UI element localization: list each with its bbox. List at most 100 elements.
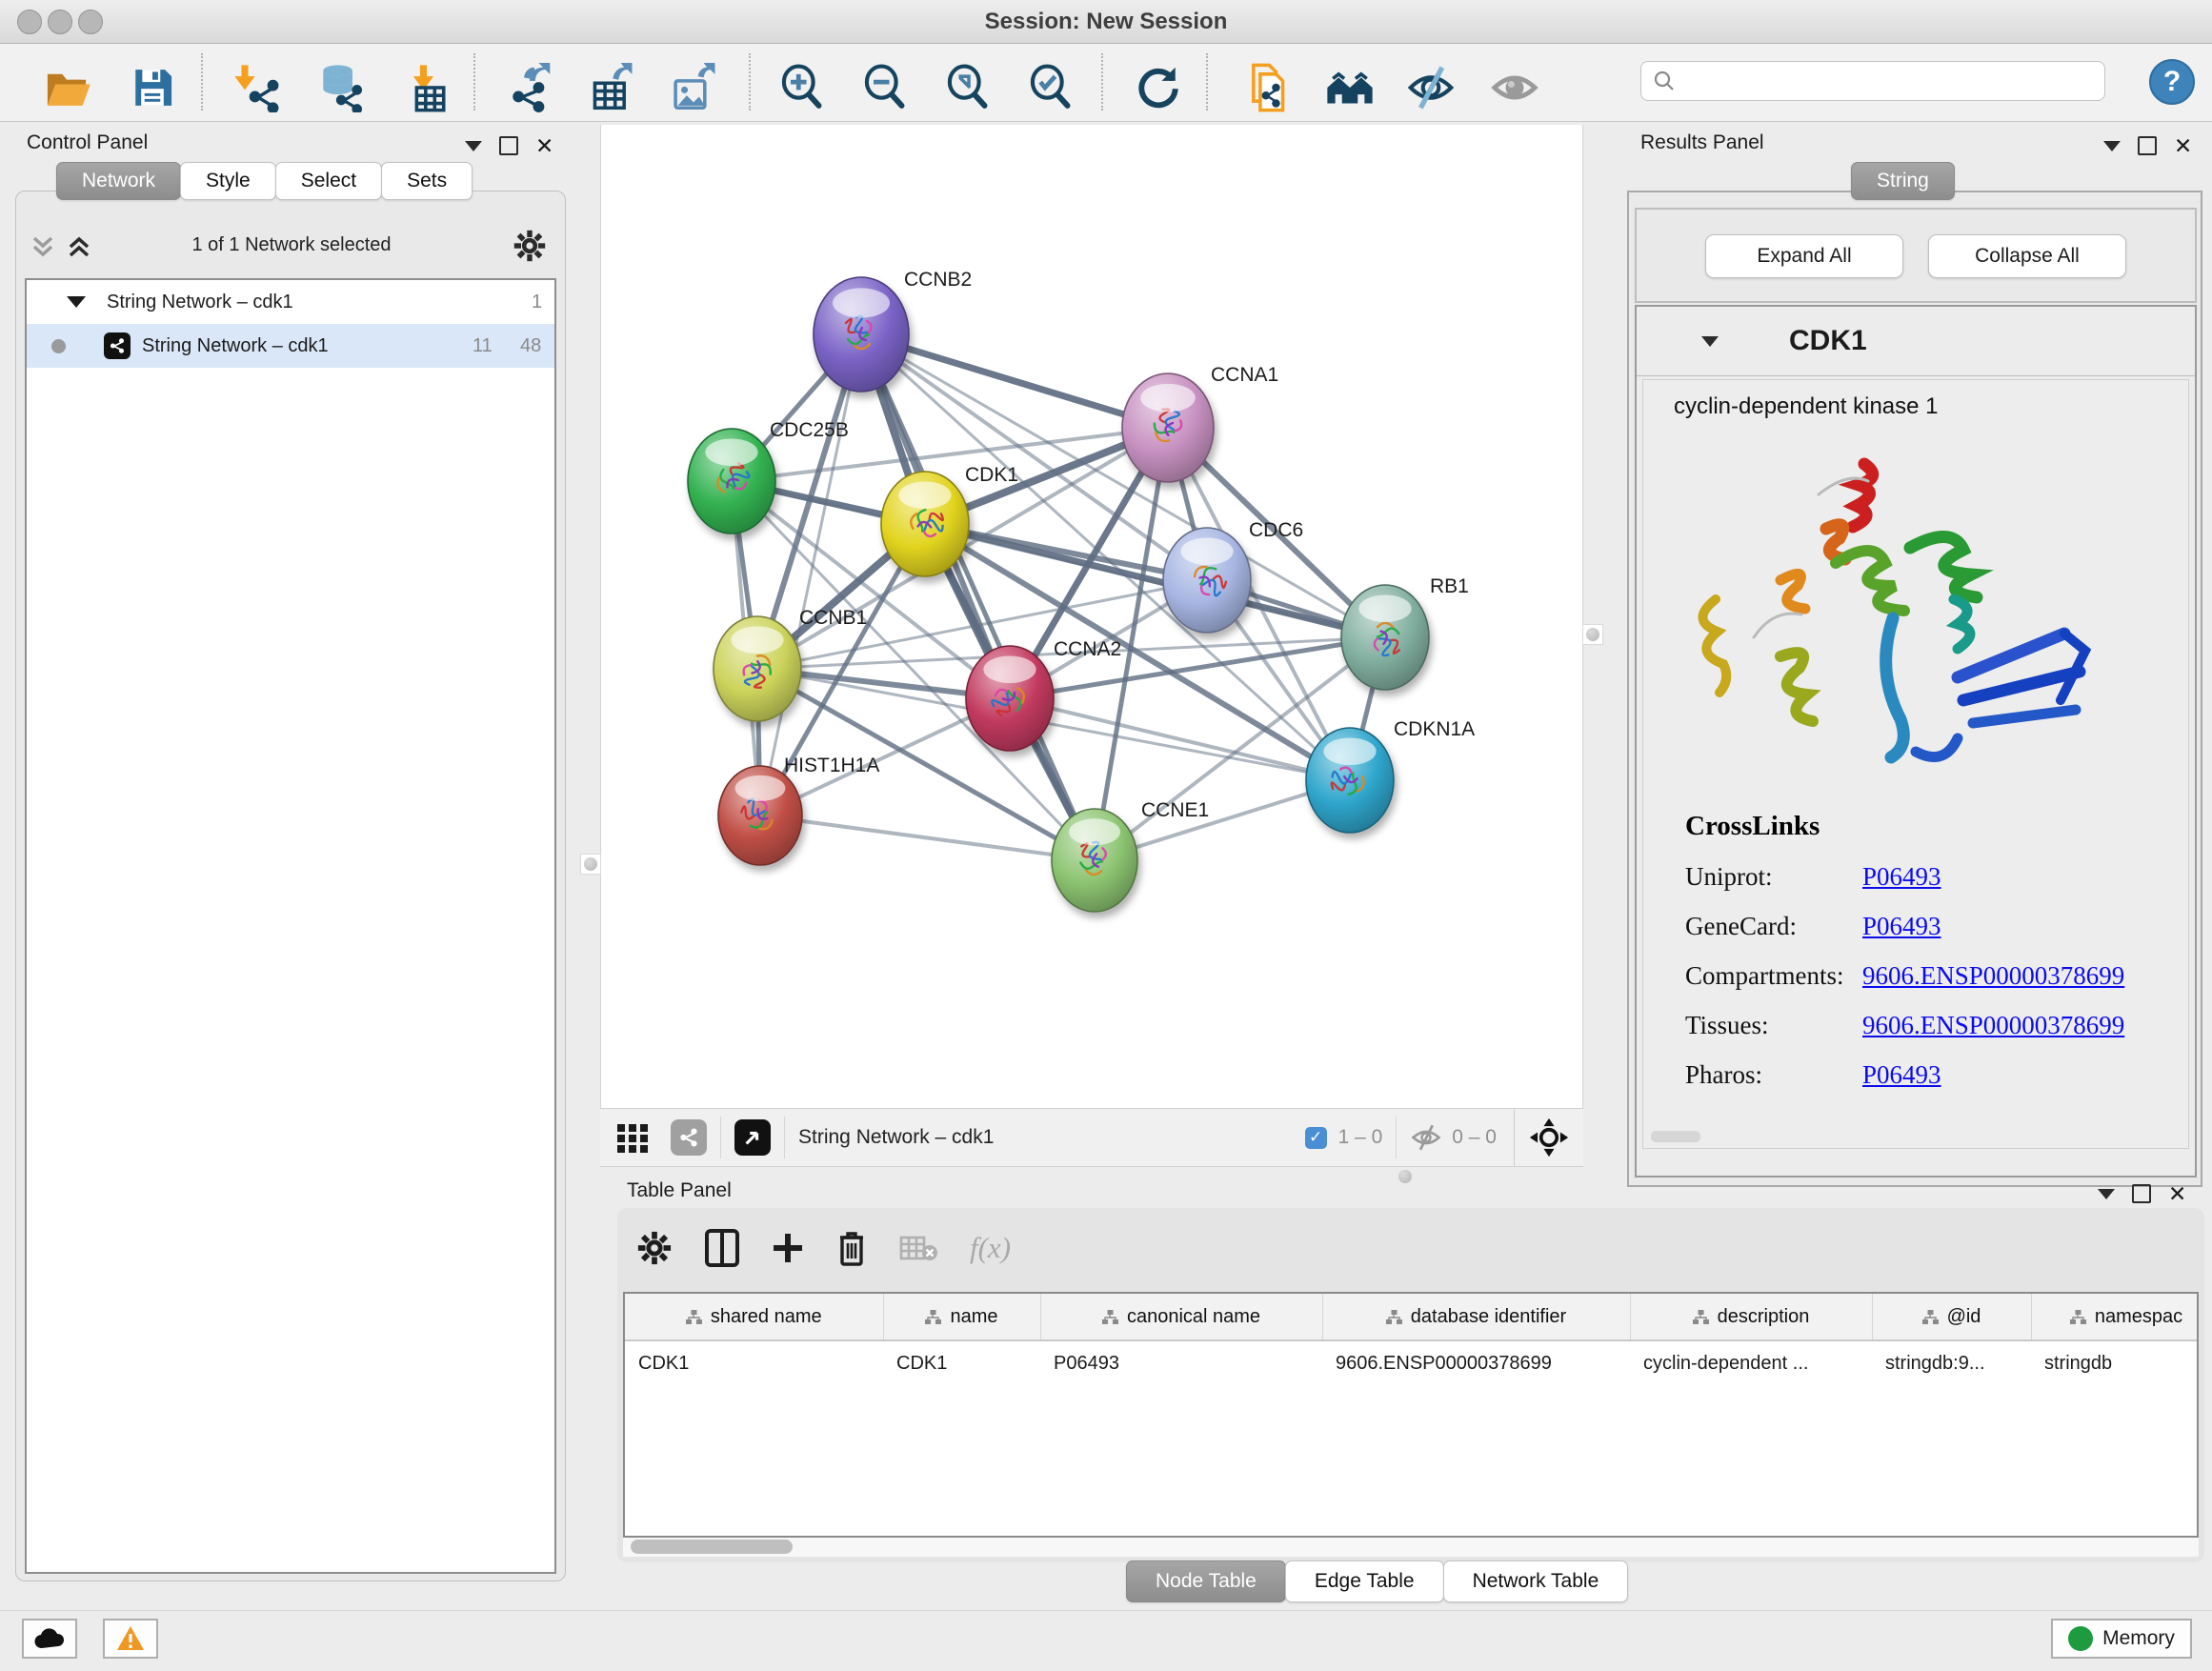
function-builder-icon[interactable]: f(x) xyxy=(970,1231,1011,1265)
collection-disclosure-icon[interactable] xyxy=(67,296,86,308)
panel-float-icon[interactable] xyxy=(2132,1184,2151,1203)
network-node-ccnb2[interactable] xyxy=(814,277,909,392)
delete-column-icon[interactable] xyxy=(836,1230,867,1266)
column-header[interactable]: database identifier xyxy=(1322,1294,1630,1340)
column-header[interactable]: @id xyxy=(1872,1294,2031,1340)
network-collection-row[interactable]: String Network – cdk1 1 xyxy=(27,280,554,324)
network-node-cdkn1a[interactable] xyxy=(1306,728,1394,833)
expand-all-button[interactable]: Expand All xyxy=(1705,234,1903,278)
zoom-out-icon[interactable] xyxy=(859,61,913,114)
panel-close-icon[interactable]: ✕ xyxy=(2168,1186,2186,1201)
network-edge[interactable] xyxy=(760,334,861,815)
column-header[interactable]: canonical name xyxy=(1040,1294,1322,1340)
zoom-selected-icon[interactable] xyxy=(1025,61,1078,114)
panel-close-icon[interactable]: ✕ xyxy=(535,138,553,153)
column-header[interactable]: name xyxy=(883,1294,1040,1340)
table-type-tabs: Node TableEdge TableNetwork Table xyxy=(1127,1560,1628,1602)
network-share-view-icon[interactable] xyxy=(671,1119,707,1156)
right-splitter-handle[interactable] xyxy=(1582,624,1603,645)
network-canvas[interactable]: CCNB2CCNA1CDC25BCDK1CDC6RB1CCNB1CCNA2CDK… xyxy=(600,125,1583,1108)
search-input[interactable] xyxy=(1683,70,2104,93)
memory-button[interactable]: Memory xyxy=(2051,1619,2192,1659)
network-edge[interactable] xyxy=(861,334,1095,860)
left-splitter-handle[interactable] xyxy=(580,854,601,875)
export-table-icon[interactable] xyxy=(584,61,637,114)
copy-network-icon[interactable] xyxy=(1240,61,1294,114)
crosslink-link[interactable]: 9606.ENSP00000378699 xyxy=(1862,961,2124,991)
search-field[interactable] xyxy=(1640,61,2105,101)
section-disclosure-icon[interactable] xyxy=(1701,336,1719,347)
panel-float-icon[interactable] xyxy=(499,136,518,155)
first-neighbors-icon[interactable] xyxy=(1323,61,1377,114)
export-image-icon[interactable] xyxy=(667,61,720,114)
crosslink-link[interactable]: 9606.ENSP00000378699 xyxy=(1862,1011,2124,1040)
crosslink-link[interactable]: P06493 xyxy=(1862,912,1941,941)
scrollbar-thumb[interactable] xyxy=(631,1540,793,1554)
network-row-selected[interactable]: String Network – cdk1 11 48 xyxy=(27,324,554,368)
show-all-eye-icon[interactable] xyxy=(1488,61,1541,114)
network-node-ccnb1[interactable] xyxy=(714,616,801,721)
results-tab-string[interactable]: String xyxy=(1851,162,1955,200)
selected-checkbox-icon[interactable]: ✓ xyxy=(1305,1127,1327,1149)
tab-sets[interactable]: Sets xyxy=(381,162,473,200)
column-header[interactable]: shared name xyxy=(625,1294,883,1340)
open-in-window-icon[interactable] xyxy=(734,1119,771,1156)
network-edge[interactable] xyxy=(760,815,1095,860)
network-options-gear-icon[interactable] xyxy=(513,229,547,263)
network-node-rb1[interactable] xyxy=(1341,585,1429,690)
crosslink-link[interactable]: P06493 xyxy=(1862,862,1941,892)
panel-float-icon[interactable] xyxy=(2138,136,2157,155)
warnings-button[interactable] xyxy=(103,1619,158,1659)
node-label: CCNB2 xyxy=(904,269,972,291)
table-horizontal-scrollbar[interactable] xyxy=(623,1538,2199,1557)
delete-table-icon[interactable] xyxy=(899,1234,937,1262)
zoom-in-icon[interactable] xyxy=(776,61,830,114)
panel-menu-icon[interactable] xyxy=(2103,141,2121,151)
network-node-cdc6[interactable] xyxy=(1163,528,1251,633)
grid-view-icon[interactable] xyxy=(615,1120,650,1155)
show-columns-icon[interactable] xyxy=(705,1229,739,1267)
zoom-fit-icon[interactable] xyxy=(942,61,995,114)
gene-description: cyclin-dependent kinase 1 xyxy=(1674,393,1939,420)
panel-menu-icon[interactable] xyxy=(465,141,482,151)
network-node-cdc25b[interactable] xyxy=(688,429,775,534)
tab-network[interactable]: Network xyxy=(56,162,181,200)
tab-style[interactable]: Style xyxy=(180,162,276,200)
network-node-cdk1[interactable] xyxy=(881,472,969,576)
column-header[interactable]: namespac xyxy=(2031,1294,2199,1340)
export-network-icon[interactable] xyxy=(503,61,556,114)
table-row[interactable]: CDK1 CDK1 P06493 9606.ENSP00000378699 cy… xyxy=(625,1340,2199,1385)
column-header[interactable]: description xyxy=(1630,1294,1872,1340)
tab-node-table[interactable]: Node Table xyxy=(1126,1560,1286,1602)
network-node-ccna1[interactable] xyxy=(1122,373,1214,482)
import-network-file-icon[interactable] xyxy=(231,61,284,114)
crosslinks-block: CrossLinks Uniprot: P06493 GeneCard: P06… xyxy=(1685,811,2124,1090)
network-node-hist1h1a[interactable] xyxy=(718,766,802,865)
tab-edge-table[interactable]: Edge Table xyxy=(1285,1560,1444,1602)
add-column-icon[interactable] xyxy=(772,1232,804,1264)
help-icon[interactable]: ? xyxy=(2149,59,2195,105)
open-session-icon[interactable] xyxy=(40,61,93,114)
crosslink-link[interactable]: P06493 xyxy=(1862,1060,1941,1090)
gene-name: CDK1 xyxy=(1789,325,1867,357)
birds-eye-view-icon[interactable] xyxy=(1528,1117,1570,1158)
network-node-ccne1[interactable] xyxy=(1052,809,1137,912)
tab-select[interactable]: Select xyxy=(275,162,382,200)
save-session-icon[interactable] xyxy=(126,61,179,114)
import-table-icon[interactable] xyxy=(400,61,453,114)
collapse-all-button[interactable]: Collapse All xyxy=(1928,234,2126,278)
horizontal-splitter-handle[interactable] xyxy=(1398,1170,1412,1183)
results-scrollbar[interactable] xyxy=(1651,1131,1700,1142)
node-label: CCNB1 xyxy=(799,607,867,629)
hidden-eye-icon[interactable] xyxy=(1410,1123,1442,1152)
network-node-ccna2[interactable] xyxy=(966,646,1054,751)
cloud-button[interactable] xyxy=(22,1619,77,1659)
tab-network-table[interactable]: Network Table xyxy=(1443,1560,1629,1602)
import-network-database-icon[interactable] xyxy=(313,61,367,114)
table-options-gear-icon[interactable] xyxy=(636,1230,673,1266)
panel-close-icon[interactable]: ✕ xyxy=(2174,138,2192,153)
gene-section-header[interactable]: CDK1 xyxy=(1637,307,2195,376)
refresh-icon[interactable] xyxy=(1132,61,1185,114)
panel-menu-icon[interactable] xyxy=(2098,1189,2115,1199)
hide-selected-eye-icon[interactable] xyxy=(1404,61,1458,114)
